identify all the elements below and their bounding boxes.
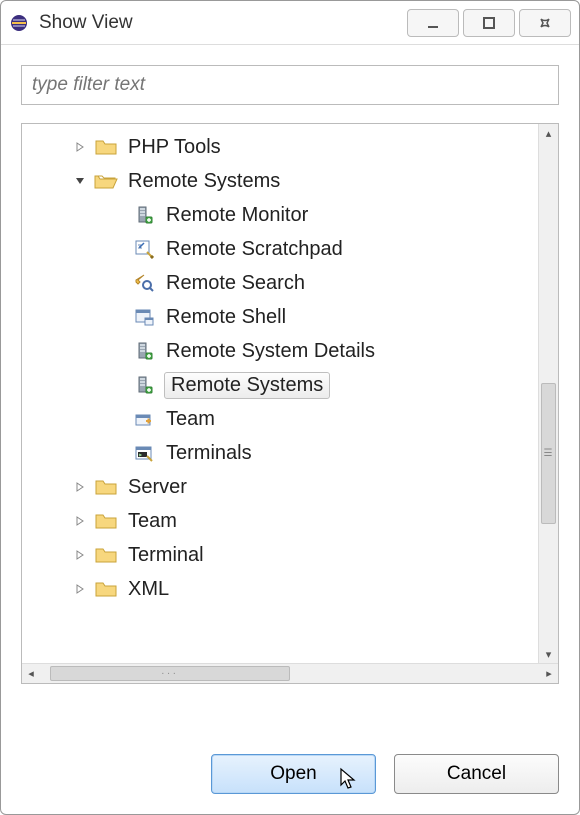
tree-item-label: Remote Monitor — [164, 203, 310, 228]
open-button-label: Open — [270, 763, 316, 785]
maximize-button[interactable] — [463, 9, 515, 37]
tree-item-label: Terminal — [126, 543, 206, 568]
tree-item[interactable]: Remote System Details — [22, 334, 558, 368]
tree-item[interactable]: XML — [22, 572, 558, 606]
button-bar: Open Cancel — [21, 754, 559, 794]
folder-icon — [94, 579, 118, 599]
team-icon — [132, 409, 156, 429]
minimize-button[interactable] — [407, 9, 459, 37]
vertical-scrollbar[interactable]: ▴ ☰ ▾ — [538, 124, 558, 663]
tree[interactable]: PHP Tools Remote Systems Remote Monitor Rem… — [22, 124, 558, 612]
scroll-left-arrow-icon[interactable]: ◂ — [22, 665, 40, 683]
expand-icon[interactable] — [72, 479, 88, 495]
tree-item[interactable]: Remote Monitor — [22, 198, 558, 232]
tree-item-label: Remote Systems — [164, 372, 330, 399]
tree-item-label: Remote Search — [164, 271, 307, 296]
tree-item[interactable]: Team — [22, 402, 558, 436]
tree-scroll-area: PHP Tools Remote Systems Remote Monitor Rem… — [22, 124, 558, 663]
tree-item[interactable]: Remote Systems — [22, 164, 558, 198]
tree-container: PHP Tools Remote Systems Remote Monitor Rem… — [21, 123, 559, 684]
dialog-window: Show View PHP Tools Remote Systems Remote … — [0, 0, 580, 815]
vertical-scroll-track[interactable]: ☰ — [539, 142, 558, 645]
tree-item[interactable]: PHP Tools — [22, 130, 558, 164]
expand-icon[interactable] — [72, 547, 88, 563]
tree-item-label: Server — [126, 475, 189, 500]
window-controls — [403, 9, 571, 37]
horizontal-scrollbar[interactable]: ◂ ∙∙∙ ▸ — [22, 663, 558, 683]
expand-icon[interactable] — [72, 513, 88, 529]
scratchpad-icon — [132, 239, 156, 259]
folder-icon — [94, 511, 118, 531]
horizontal-scroll-thumb[interactable]: ∙∙∙ — [50, 666, 290, 681]
cancel-button-label: Cancel — [447, 763, 506, 785]
tree-item-label: Remote Shell — [164, 305, 288, 330]
server-icon — [132, 205, 156, 225]
close-button[interactable] — [519, 9, 571, 37]
eclipse-icon — [9, 13, 29, 33]
collapse-icon[interactable] — [72, 173, 88, 189]
filter-input[interactable] — [21, 65, 559, 105]
scroll-down-arrow-icon[interactable]: ▾ — [540, 645, 558, 663]
scroll-right-arrow-icon[interactable]: ▸ — [540, 665, 558, 683]
open-button[interactable]: Open — [211, 754, 376, 794]
tree-item[interactable]: Terminal — [22, 538, 558, 572]
tree-item-label: XML — [126, 577, 171, 602]
tree-item[interactable]: Team — [22, 504, 558, 538]
horizontal-scroll-track[interactable]: ∙∙∙ — [40, 664, 540, 683]
server-icon — [132, 375, 156, 395]
titlebar: Show View — [1, 1, 579, 45]
folder-icon — [94, 545, 118, 565]
tree-item[interactable]: Remote Scratchpad — [22, 232, 558, 266]
tree-item-label: Remote System Details — [164, 339, 377, 364]
folder-icon — [94, 137, 118, 157]
vertical-scroll-thumb[interactable]: ☰ — [541, 383, 556, 524]
folder-icon — [94, 477, 118, 497]
tree-item-label: Remote Systems — [126, 169, 282, 194]
dialog-title: Show View — [39, 12, 403, 34]
tree-item-label: Terminals — [164, 441, 254, 466]
tree-item[interactable]: Server — [22, 470, 558, 504]
server-icon — [132, 341, 156, 361]
folder-open-icon — [94, 171, 118, 191]
dialog-content: PHP Tools Remote Systems Remote Monitor Rem… — [1, 45, 579, 814]
tree-item-label: Team — [164, 407, 217, 432]
tree-item-label: Remote Scratchpad — [164, 237, 345, 262]
expand-icon[interactable] — [72, 581, 88, 597]
tree-item-label: Team — [126, 509, 179, 534]
terminal-icon — [132, 443, 156, 463]
tree-item-label: PHP Tools — [126, 135, 223, 160]
expand-icon[interactable] — [72, 139, 88, 155]
search-icon — [132, 273, 156, 293]
scroll-up-arrow-icon[interactable]: ▴ — [540, 124, 558, 142]
shell-icon — [132, 307, 156, 327]
tree-item[interactable]: Remote Shell — [22, 300, 558, 334]
cancel-button[interactable]: Cancel — [394, 754, 559, 794]
tree-item[interactable]: Remote Systems — [22, 368, 558, 402]
tree-item[interactable]: Terminals — [22, 436, 558, 470]
tree-item[interactable]: Remote Search — [22, 266, 558, 300]
mouse-cursor-icon — [339, 767, 359, 797]
